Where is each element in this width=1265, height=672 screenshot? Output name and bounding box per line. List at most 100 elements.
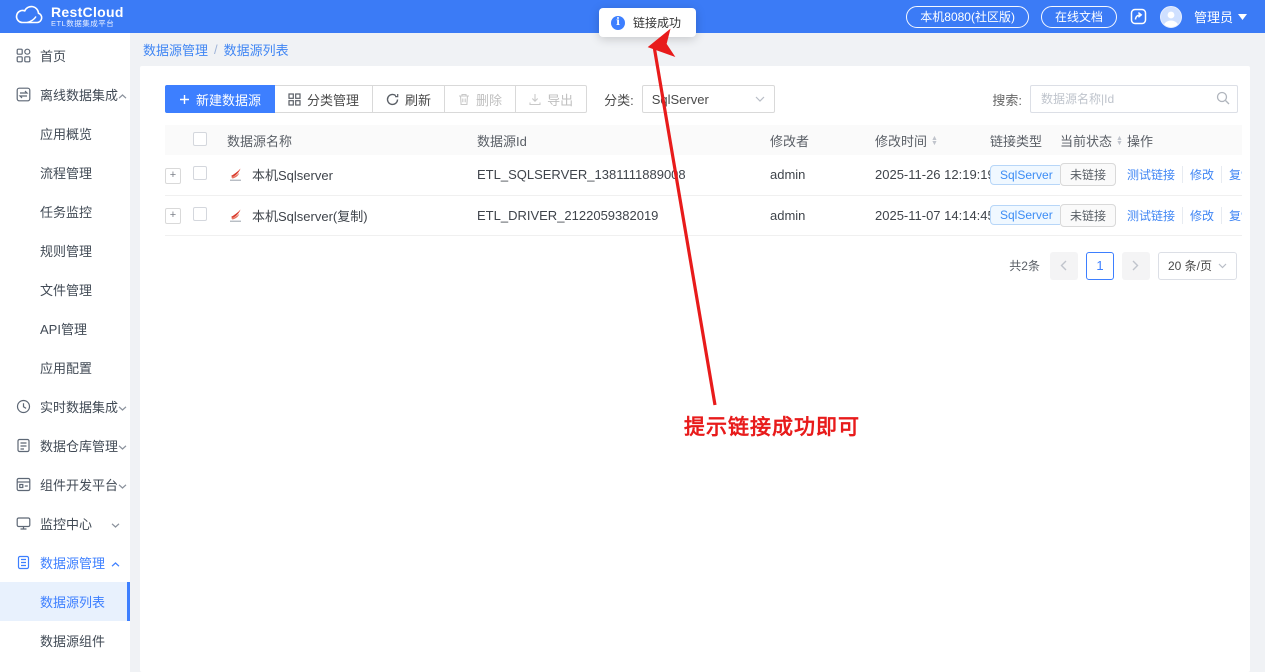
modifier: admin	[770, 195, 875, 236]
delete-button[interactable]: 删除	[444, 85, 517, 113]
sort-icon[interactable]: ▲ ▼	[1116, 135, 1123, 147]
column-header-id: 数据源Id	[477, 125, 770, 155]
datasource-icon	[16, 555, 31, 570]
table-row: + 本机Sqlserver(复制) ETL_DRIVER_21220593820…	[165, 195, 1242, 236]
edit-action[interactable]: 修改	[1182, 206, 1221, 224]
search-icon[interactable]	[1216, 91, 1230, 105]
sidebar-item-realtime-integration[interactable]: 实时数据集成	[0, 387, 130, 426]
copy-action[interactable]: 复制	[1221, 206, 1242, 224]
sidebar-item-monitor-center[interactable]: 监控中心	[0, 504, 130, 543]
sidebar-item-label: 组件开发平台	[40, 478, 119, 493]
logo-subtitle: ETL数据集成平台	[51, 19, 115, 28]
row-checkbox[interactable]	[193, 206, 207, 221]
toast-link-success: i 链接成功	[599, 8, 697, 37]
copy-action[interactable]: 复制	[1221, 166, 1242, 184]
env-host-button[interactable]: 本机8080(社区版)	[906, 5, 1029, 28]
sidebar-item-offline-integration[interactable]: 离线数据集成	[0, 75, 130, 114]
select-all-checkbox[interactable]	[193, 131, 207, 146]
info-icon: i	[611, 15, 625, 30]
sidebar-item-app-config[interactable]: 应用配置	[0, 348, 130, 387]
category-manage-button[interactable]: 分类管理	[274, 85, 374, 113]
test-link-action[interactable]: 测试链接	[1127, 166, 1182, 183]
sidebar-item-warehouse-manage[interactable]: 数据仓库管理	[0, 426, 130, 465]
user-name: 管理员	[1193, 10, 1233, 25]
column-header-modified-time[interactable]: 修改时间 ▲ ▼	[875, 125, 990, 155]
sidebar-item-datasource-component[interactable]: 数据源组件	[0, 621, 130, 660]
modified-time: 2025-11-26 12:19:19	[875, 155, 990, 196]
chevron-down-icon	[111, 516, 120, 531]
annotation-text: 提示链接成功即可	[684, 416, 860, 439]
cloud-logo-icon	[14, 5, 44, 29]
app-logo: RestCloud ETL数据集成平台	[0, 5, 130, 29]
category-select[interactable]: SqlServer	[641, 85, 775, 113]
sidebar-item-api-manage[interactable]: API管理	[0, 309, 130, 348]
sidebar-nav: 首页 离线数据集成 应用概览 流程管理 任务监控 规则管理 文件管理 API管理…	[0, 33, 130, 672]
modifier: admin	[770, 155, 875, 196]
sqlserver-icon	[230, 209, 241, 222]
datasource-table: 数据源名称 数据源Id 修改者 修改时间 ▲ ▼ 链接类型 当前状态 ▲ ▼ 操作 + …	[165, 125, 1242, 236]
sidebar-item-file-manage[interactable]: 文件管理	[0, 270, 130, 309]
datasource-name[interactable]: 本机Sqlserver(复制)	[252, 206, 368, 225]
warehouse-icon	[16, 438, 31, 453]
link-type-tag: SqlServer	[990, 205, 1060, 225]
breadcrumb: 数据源管理 / 数据源列表	[130, 33, 1265, 66]
sidebar-item-label: 数据源管理	[40, 556, 106, 571]
breadcrumb-separator: /	[214, 42, 218, 57]
sidebar-item-rule-manage[interactable]: 规则管理	[0, 231, 130, 270]
sidebar-item-datasource-manage[interactable]: 数据源管理	[0, 543, 130, 582]
column-header-modifier: 修改者	[770, 125, 875, 155]
logo-title: RestCloud	[51, 4, 124, 20]
user-menu[interactable]: 管理员	[1194, 7, 1247, 26]
chevron-left-icon	[1060, 260, 1067, 271]
sidebar-item-process-manage[interactable]: 流程管理	[0, 153, 130, 192]
avatar[interactable]	[1159, 5, 1182, 28]
column-header-name: 数据源名称	[227, 125, 477, 155]
prev-page-button[interactable]	[1049, 251, 1078, 280]
sort-icon[interactable]: ▲ ▼	[931, 135, 938, 147]
refresh-icon	[386, 93, 399, 105]
expand-row-button[interactable]: +	[165, 207, 181, 224]
export-button[interactable]: 导出	[515, 85, 588, 113]
breadcrumb-parent[interactable]: 数据源管理	[143, 40, 208, 59]
caret-down-icon	[1238, 13, 1247, 20]
datasource-name[interactable]: 本机Sqlserver	[252, 165, 333, 184]
column-header-operations: 操作	[1127, 125, 1242, 155]
refresh-button[interactable]: 刷新	[372, 85, 446, 113]
search-input[interactable]	[1030, 85, 1238, 113]
breadcrumb-current[interactable]: 数据源列表	[224, 40, 289, 59]
sidebar-item-datasource-list[interactable]: 数据源列表	[0, 582, 130, 621]
toolbar: 新建数据源 分类管理 刷新 删除 导出 分类: SqlServer 搜索:	[140, 66, 1250, 113]
chevron-down-icon	[1218, 263, 1227, 268]
grid-icon	[288, 92, 301, 106]
sidebar-item-app-overview[interactable]: 应用概览	[0, 114, 130, 153]
chevron-up-icon	[118, 87, 127, 102]
next-page-button[interactable]	[1121, 251, 1150, 280]
online-docs-button[interactable]: 在线文档	[1040, 5, 1117, 28]
sidebar-item-component-platform[interactable]: 组件开发平台	[0, 465, 130, 504]
category-selected-value: SqlServer	[651, 91, 709, 107]
sidebar-item-system-config[interactable]: 系统配置	[0, 660, 130, 672]
test-link-action[interactable]: 测试链接	[1127, 207, 1182, 224]
table-header-row: 数据源名称 数据源Id 修改者 修改时间 ▲ ▼ 链接类型 当前状态 ▲ ▼ 操作	[165, 125, 1242, 155]
home-icon	[16, 48, 31, 63]
page-number-button[interactable]: 1	[1085, 251, 1114, 280]
category-label: 分类:	[604, 92, 634, 108]
column-header-status[interactable]: 当前状态 ▲ ▼	[1060, 125, 1127, 155]
sidebar-item-home[interactable]: 首页	[0, 36, 130, 75]
sidebar-item-label: 数据仓库管理	[40, 439, 119, 454]
search-label: 搜索:	[992, 92, 1022, 108]
datasource-list-panel: 新建数据源 分类管理 刷新 删除 导出 分类: SqlServer 搜索: 数据…	[140, 66, 1250, 672]
pagination-total: 共2条	[1009, 259, 1040, 273]
export-icon	[529, 93, 541, 105]
new-datasource-button[interactable]: 新建数据源	[165, 85, 276, 113]
sidebar-item-task-monitor[interactable]: 任务监控	[0, 192, 130, 231]
pagination: 共2条 1 20 条/页	[140, 236, 1250, 280]
expand-row-button[interactable]: +	[165, 167, 181, 184]
row-checkbox[interactable]	[193, 166, 207, 181]
edit-action[interactable]: 修改	[1182, 166, 1221, 184]
toast-text: 链接成功	[633, 16, 682, 30]
share-icon[interactable]	[1129, 7, 1148, 26]
realtime-integration-icon	[16, 399, 31, 414]
datasource-id: ETL_DRIVER_2122059382019	[477, 195, 770, 236]
page-size-select[interactable]: 20 条/页	[1157, 251, 1237, 280]
